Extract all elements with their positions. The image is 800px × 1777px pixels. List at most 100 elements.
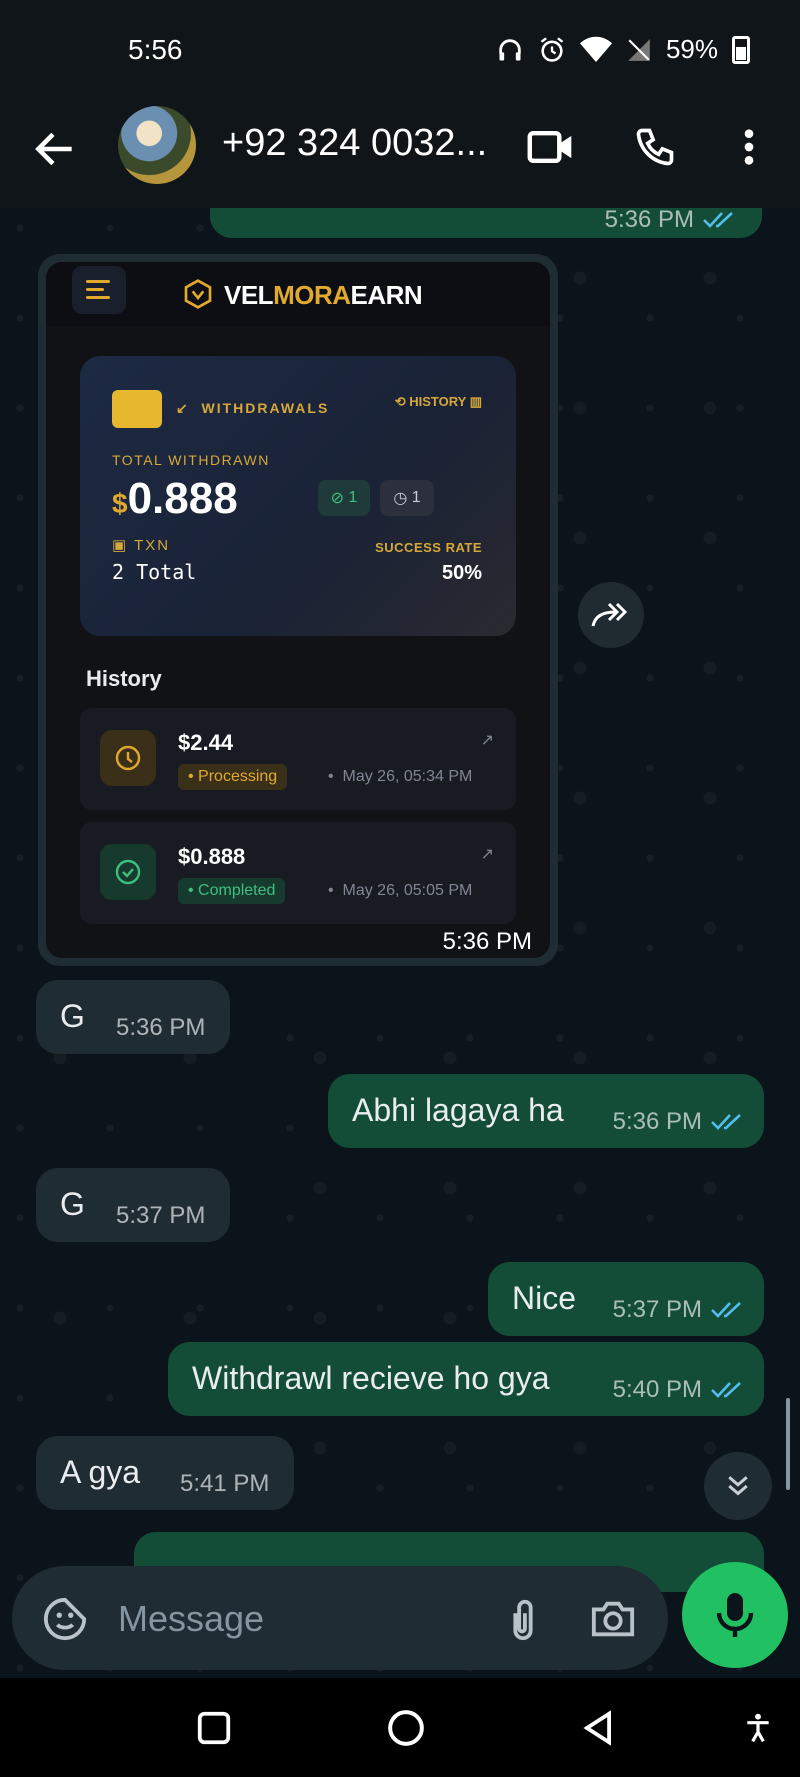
history-row: $0.888 • Completed • May 26, 05:05 PM ↗ [80, 822, 516, 924]
triangle-back-icon [583, 1710, 611, 1746]
pending-count-pill: ◷ 1 [380, 480, 434, 516]
message-text: G [60, 1186, 85, 1222]
voice-call-button[interactable] [628, 120, 682, 174]
back-button[interactable] [30, 124, 80, 174]
image-message[interactable]: VELMORAEARN ↙ WITHDRAWALS ⟲ HISTORY ▥ TO… [38, 254, 558, 966]
history-date: • May 26, 05:05 PM [328, 882, 473, 899]
txn-label: ▣ TXN [112, 537, 171, 554]
battery-icon [732, 35, 750, 64]
chat-header: +92 324 0032... [0, 100, 800, 208]
message-bubble-outgoing[interactable]: Nice 5:37 PM [488, 1262, 764, 1336]
withdrawals-card: ↙ WITHDRAWALS ⟲ HISTORY ▥ TOTAL WITHDRAW… [80, 356, 516, 636]
back-nav-button[interactable] [570, 1700, 626, 1756]
status-icons: 59% [496, 34, 750, 65]
camera-icon [591, 1601, 635, 1637]
message-bubble-incoming[interactable]: A gya 5:41 PM [36, 1436, 294, 1510]
history-amount: $0.888 [178, 844, 246, 869]
arrow-up-right-icon: ↗ [480, 732, 494, 749]
status-badge: • Completed [178, 878, 286, 904]
scrollbar[interactable] [786, 1398, 790, 1490]
double-check-icon [703, 212, 733, 228]
card-chip-icon [112, 390, 162, 428]
paperclip-icon [513, 1599, 533, 1641]
message-bubble-outgoing[interactable]: Abhi lagaya ha 5:36 PM [328, 1074, 764, 1148]
app-topbar: VELMORAEARN [46, 262, 550, 326]
message-time: 5:36 PM [604, 208, 694, 233]
message-bubble-incoming[interactable]: G 5:36 PM [36, 980, 230, 1054]
message-meta: 5:37 PM [613, 1296, 746, 1324]
history-row: $2.44 • Processing • May 26, 05:34 PM ↗ [80, 708, 516, 810]
clock-icon [100, 730, 156, 786]
avatar[interactable] [118, 106, 196, 184]
completed-count-pill: ⊘ 1 [318, 480, 370, 516]
forward-icon [591, 602, 628, 627]
image-time: 5:36 PM [442, 928, 532, 955]
brand-name: VELMORAEARN [224, 280, 423, 310]
withdrawals-label: ↙ WITHDRAWALS [176, 400, 330, 416]
message-input[interactable] [116, 1594, 500, 1644]
menu-button[interactable] [722, 120, 776, 174]
contact-name[interactable]: +92 324 0032... [222, 122, 487, 165]
message-time: 5:40 PM [612, 1376, 702, 1403]
message-text: Abhi lagaya ha [352, 1092, 564, 1128]
more-vertical-icon [744, 129, 754, 165]
status-badge: • Processing [178, 764, 288, 790]
hamburger-icon [72, 266, 126, 314]
video-call-button[interactable] [524, 120, 578, 174]
circle-icon [388, 1710, 424, 1746]
wifi-icon [579, 36, 612, 62]
txn-value: 2 Total [112, 560, 197, 584]
message-time: 5:37 PM [116, 1202, 206, 1229]
no-signal-icon [628, 38, 650, 61]
scroll-to-bottom-button[interactable] [704, 1452, 772, 1520]
history-title: History [86, 666, 162, 691]
total-withdrawn-label: TOTAL WITHDRAWN [112, 452, 270, 468]
message-meta: 5:36 PM [613, 1108, 746, 1136]
camera-button[interactable] [586, 1592, 640, 1646]
message-text: Nice [512, 1280, 577, 1316]
message-composer [12, 1566, 668, 1670]
headphones-icon [499, 38, 521, 60]
history-date: • May 26, 05:34 PM [328, 768, 473, 785]
status-bar: 5:56 59% [0, 0, 800, 100]
accessibility-icon [747, 1713, 769, 1743]
recent-apps-button[interactable] [186, 1700, 242, 1756]
chat-area[interactable]: 5:36 PM VELMORAEARN ↙ WITHDRAWALS ⟲ HIST… [0, 208, 800, 1678]
message-text: G [60, 998, 85, 1034]
microphone-icon [716, 1593, 754, 1637]
alarm-icon [540, 36, 564, 62]
home-button[interactable] [378, 1700, 434, 1756]
message-bubble-incoming[interactable]: G 5:37 PM [36, 1168, 230, 1242]
double-check-icon [711, 1302, 741, 1318]
double-check-icon [711, 1382, 741, 1398]
arrow-left-icon [35, 132, 72, 166]
message-time: 5:37 PM [612, 1296, 702, 1323]
message-meta: 5:36 PM [605, 208, 738, 234]
message-text: A gya [60, 1454, 141, 1490]
attach-button[interactable] [496, 1592, 550, 1646]
check-circle-icon [100, 844, 156, 900]
sticker-emoji-icon [43, 1597, 87, 1641]
status-time: 5:56 [128, 34, 183, 65]
shield-logo-icon [184, 279, 212, 309]
forward-button[interactable] [578, 582, 644, 648]
success-rate-label: SUCCESS RATE [375, 540, 482, 555]
square-icon [197, 1711, 231, 1745]
screenshot-image[interactable]: VELMORAEARN ↙ WITHDRAWALS ⟲ HISTORY ▥ TO… [46, 262, 550, 958]
history-link: ⟲ HISTORY ▥ [394, 394, 482, 409]
message-time: 5:41 PM [180, 1470, 270, 1497]
message-meta: 5:40 PM [613, 1376, 746, 1404]
success-rate-value: 50% [441, 562, 482, 584]
double-check-icon [711, 1114, 741, 1130]
history-amount: $2.44 [178, 730, 234, 755]
message-text: Withdrawl recieve ho gya [192, 1360, 550, 1396]
emoji-button[interactable] [38, 1592, 92, 1646]
system-nav-bar [0, 1678, 800, 1777]
accessibility-button[interactable] [730, 1700, 786, 1756]
total-amount: $0.888 [112, 474, 238, 523]
message-time: 5:36 PM [612, 1108, 702, 1135]
message-bubble-outgoing[interactable]: Withdrawl recieve ho gya 5:40 PM [168, 1342, 764, 1416]
message-time: 5:36 PM [116, 1014, 206, 1041]
message-bubble-partial[interactable]: 5:36 PM [210, 208, 762, 238]
voice-record-button[interactable] [682, 1562, 788, 1668]
